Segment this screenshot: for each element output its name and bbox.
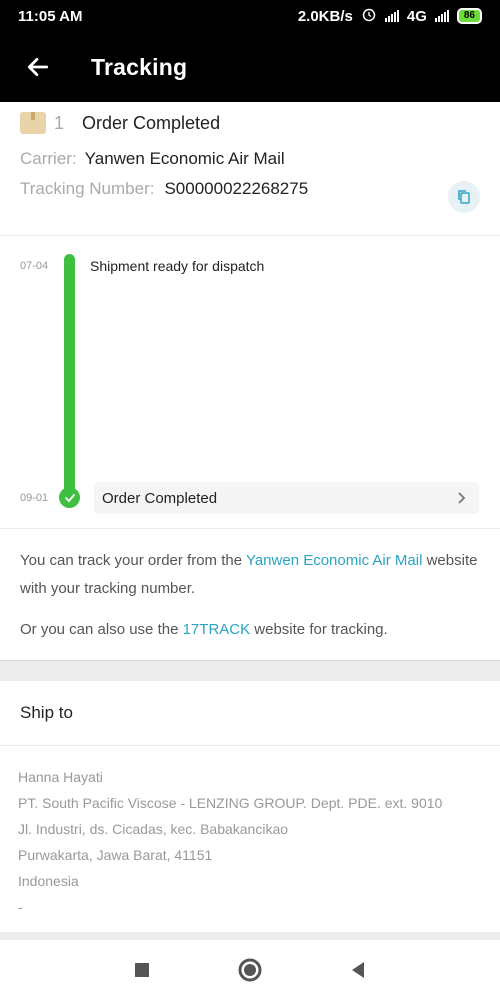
status-icons: 2.0KB/s 4G 86: [298, 6, 482, 26]
address-line: Hanna Hayati: [18, 769, 103, 785]
page-title: Tracking: [91, 53, 188, 80]
help-text: website for tracking.: [250, 621, 388, 638]
app-bar: Tracking: [0, 32, 500, 102]
copy-button[interactable]: [448, 181, 480, 213]
divider: [0, 528, 500, 529]
carrier-label: Carrier:: [20, 149, 77, 168]
help-text: You can track your order from the: [20, 552, 246, 569]
package-icon: [20, 112, 46, 134]
timeline-date: 07-04: [20, 260, 49, 272]
tracking-label: Tracking Number:: [20, 179, 155, 198]
section-separator: [0, 660, 500, 681]
circle-icon: [238, 958, 262, 982]
item-count: 1: [54, 112, 65, 133]
ship-to-title: Ship to: [20, 703, 73, 722]
timeline-date: 09-01: [20, 492, 49, 504]
order-summary: 1 Order Completed Carrier: Yanwen Econom…: [20, 109, 480, 213]
divider: [0, 745, 500, 746]
section-separator: [0, 932, 500, 940]
signal-icon-2: [434, 10, 449, 22]
divider: [0, 235, 500, 236]
carrier-help-text: You can track your order from the Yanwen…: [20, 547, 480, 603]
copy-icon: [458, 190, 470, 204]
timeline-bar: [64, 254, 75, 500]
address-line: Indonesia: [18, 873, 79, 889]
order-status: Order Completed: [82, 112, 221, 133]
back-nav-button[interactable]: [344, 956, 372, 984]
alarm-icon: [361, 6, 377, 26]
17track-help-text: Or you can also use the 17TRACK website …: [20, 616, 480, 644]
shipping-address: Hanna Hayati PT. South Pacific Viscose -…: [18, 764, 442, 920]
clock: 11:05 AM: [18, 7, 83, 25]
timeline-event: Order Completed: [102, 489, 218, 507]
home-button[interactable]: [236, 956, 264, 984]
status-bar: 11:05 AM 2.0KB/s 4G 86: [0, 0, 500, 32]
chevron-right-icon: [458, 492, 466, 504]
system-nav-bar: [0, 940, 500, 1000]
back-button[interactable]: [20, 49, 56, 85]
square-icon: [135, 963, 149, 977]
triangle-back-icon: [352, 962, 364, 978]
battery-icon: 86: [456, 8, 482, 24]
address-line: -: [18, 899, 23, 915]
arrow-left-icon: [27, 58, 49, 76]
timeline-event-card[interactable]: Order Completed: [94, 482, 479, 514]
help-text: Or you can also use the: [20, 621, 183, 638]
network-type: 4G: [406, 7, 427, 25]
timeline-event: Shipment ready for dispatch: [90, 258, 265, 274]
check-icon: [59, 487, 80, 508]
tracking-number: S00000022268275: [164, 179, 309, 198]
carrier-website-link[interactable]: Yanwen Economic Air Mail: [246, 552, 422, 569]
recents-button[interactable]: [128, 956, 156, 984]
17track-link[interactable]: 17TRACK: [183, 621, 251, 638]
carrier-value: Yanwen Economic Air Mail: [84, 149, 285, 168]
net-speed: 2.0KB/s: [297, 7, 353, 25]
signal-icon: [384, 10, 399, 22]
address-line: PT. South Pacific Viscose - LENZING GROU…: [18, 795, 443, 811]
address-line: Jl. Industri, ds. Cicadas, kec. Babakanc…: [18, 821, 289, 837]
address-line: Purwakarta, Jawa Barat, 41151: [18, 847, 213, 863]
